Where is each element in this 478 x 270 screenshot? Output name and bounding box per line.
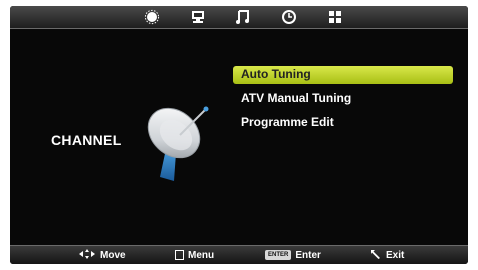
move-arrows-icon xyxy=(78,248,96,262)
tv-osd-screen: CHANNEL Auto Tuning ATV Manual Tuning Pr… xyxy=(10,6,468,264)
menu-item-auto-tuning[interactable]: Auto Tuning xyxy=(233,66,453,84)
enter-hint: ENTER Enter xyxy=(265,249,321,261)
channel-menu: Auto Tuning ATV Manual Tuning Programme … xyxy=(233,66,453,138)
menu-key-icon xyxy=(175,250,184,260)
section-title: CHANNEL xyxy=(51,132,122,148)
menu-tab-bar xyxy=(10,6,468,29)
menu-label: Menu xyxy=(188,249,215,261)
menu-item-programme-edit[interactable]: Programme Edit xyxy=(233,114,453,136)
satellite-dish-icon xyxy=(140,101,212,183)
exit-arrow-icon xyxy=(370,249,382,262)
menu-hint: Menu xyxy=(175,249,214,261)
pc-setup-icon[interactable] xyxy=(189,9,207,25)
time-icon[interactable] xyxy=(280,9,298,25)
menu-item-atv-manual-tuning[interactable]: ATV Manual Tuning xyxy=(233,90,453,112)
footer-hint-bar: Move Menu ENTER Enter Exit xyxy=(10,245,468,264)
move-hint: Move xyxy=(78,248,126,262)
exit-hint: Exit xyxy=(370,249,404,261)
enter-key-icon: ENTER xyxy=(265,250,292,260)
enter-label: Enter xyxy=(295,249,321,261)
channel-icon[interactable] xyxy=(326,9,344,25)
move-label: Move xyxy=(100,249,126,261)
exit-label: Exit xyxy=(386,249,405,261)
picture-icon[interactable] xyxy=(143,9,161,25)
sound-icon[interactable] xyxy=(234,9,252,25)
